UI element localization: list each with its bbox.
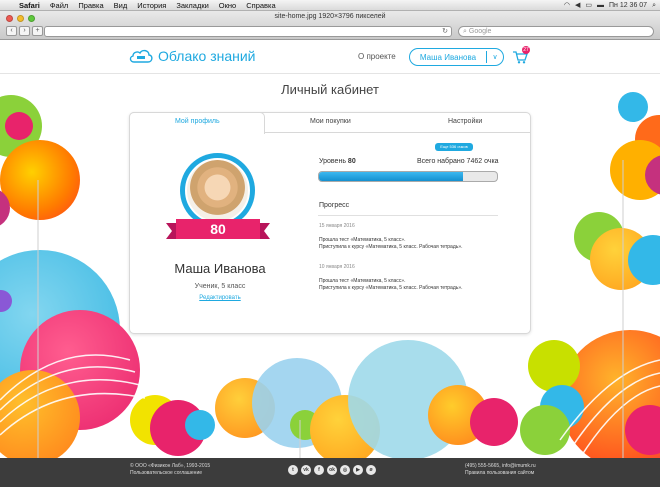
page-title: Личный кабинет bbox=[281, 82, 379, 97]
tab-bar: Мой профиль Мои покупки Настройки bbox=[129, 112, 530, 134]
menu-bookmarks[interactable]: Закладки bbox=[171, 0, 213, 11]
wifi-icon[interactable]: ◠ bbox=[564, 0, 570, 11]
progress-entry-line: Приступила к курсу «Математика, 5 класс.… bbox=[319, 285, 463, 291]
menu-help[interactable]: Справка bbox=[241, 0, 280, 11]
cloud-logo-icon bbox=[129, 49, 153, 63]
level-label: Уровень 80 bbox=[319, 158, 356, 165]
menu-file[interactable]: Файл bbox=[45, 0, 73, 11]
points-tooltip: Еще 536 очков bbox=[435, 143, 473, 151]
level-progress-fill bbox=[319, 172, 464, 181]
reload-icon[interactable]: ↻ bbox=[442, 27, 448, 36]
nav-buttons: ‹ › + bbox=[6, 26, 43, 36]
logo-text: Облако знаний bbox=[158, 48, 256, 64]
edit-profile-link[interactable]: Редактировать bbox=[130, 295, 310, 301]
address-bar[interactable]: ↻ bbox=[44, 26, 452, 37]
footer-right: (495) 555-5665, info@imumk.ru Правила по… bbox=[465, 463, 536, 477]
chevron-down-icon: ∨ bbox=[492, 54, 498, 61]
twitter-icon[interactable]: t bbox=[288, 465, 298, 475]
tab-settings[interactable]: Настройки bbox=[448, 118, 482, 125]
menu-app-name[interactable]: Safari bbox=[14, 0, 45, 11]
youtube-icon[interactable]: ▶ bbox=[353, 465, 363, 475]
menu-window[interactable]: Окно bbox=[214, 0, 241, 11]
level-progress-bar bbox=[318, 171, 498, 182]
level-label-text: Уровень bbox=[319, 158, 346, 165]
progress-heading: Прогресс bbox=[319, 202, 350, 209]
forward-button[interactable]: › bbox=[19, 26, 30, 36]
menu-view[interactable]: Вид bbox=[109, 0, 133, 11]
user-menu-button[interactable]: Маша Иванова ∨ bbox=[409, 48, 504, 66]
menu-history[interactable]: История bbox=[132, 0, 171, 11]
flag-icon[interactable]: ▭ bbox=[585, 0, 592, 11]
user-name: Маша Иванова bbox=[419, 52, 477, 62]
progress-entry-line: Приступила к курсу «Математика, 5 класс.… bbox=[319, 244, 463, 250]
spotlight-icon[interactable]: ⌕ bbox=[652, 0, 656, 11]
volume-icon[interactable]: ◀ bbox=[575, 0, 580, 11]
mac-menubar: Safari Файл Правка Вид История Закладки … bbox=[0, 0, 660, 11]
agreement-link[interactable]: Пользовательское соглашение bbox=[130, 470, 210, 477]
avatar-frame bbox=[180, 153, 255, 228]
footer-left: © ООО «Физикон Лаб», 1993-2015 Пользоват… bbox=[130, 463, 210, 477]
total-points: Всего набрано 7462 очка bbox=[417, 158, 499, 165]
progress-entry-line: Прошла тест «Математика, 5 класс». bbox=[319, 237, 406, 243]
site-footer: © ООО «Физикон Лаб», 1993-2015 Пользоват… bbox=[0, 458, 660, 487]
social-links: t vk f ok ◎ ▶ ø bbox=[288, 465, 376, 475]
browser-toolbar: site-home.jpg 1920×3796 пикселей ‹ › + ↻… bbox=[0, 11, 660, 40]
odnoklassniki-alt-icon[interactable]: ø bbox=[366, 465, 376, 475]
contacts: (495) 555-5665, info@imumk.ru bbox=[465, 463, 536, 469]
facebook-icon[interactable]: f bbox=[314, 465, 324, 475]
cart-badge: 27 bbox=[522, 46, 530, 54]
progress-entry-date: 15 января 2016 bbox=[319, 223, 355, 229]
avatar[interactable] bbox=[185, 158, 250, 223]
divider bbox=[318, 215, 498, 216]
progress-entry-date: 10 января 2016 bbox=[319, 264, 355, 270]
site-header: Облако знаний О проекте Маша Иванова ∨ 2… bbox=[0, 41, 660, 74]
search-field[interactable]: ⌕ Google bbox=[458, 26, 654, 37]
rules-link[interactable]: Правила пользования сайтом bbox=[465, 470, 536, 477]
profile-role: Ученик, 5 класс bbox=[194, 283, 246, 290]
score-value: 80 bbox=[210, 221, 226, 237]
odnoklassniki-icon[interactable]: ok bbox=[327, 465, 337, 475]
search-placeholder: Google bbox=[468, 28, 492, 35]
menubar-status: ◠ ◀ ▭ ▬ Пн 12 36 07 ⌕ bbox=[564, 0, 656, 11]
menu-edit[interactable]: Правка bbox=[73, 0, 108, 11]
new-tab-button[interactable]: + bbox=[32, 26, 43, 36]
battery-icon[interactable]: ▬ bbox=[597, 0, 604, 11]
back-button[interactable]: ‹ bbox=[6, 26, 17, 36]
profile-name: Маша Иванова bbox=[174, 261, 266, 276]
menubar-clock[interactable]: Пн 12 36 07 bbox=[609, 0, 647, 11]
window-title: site-home.jpg 1920×3796 пикселей bbox=[274, 13, 386, 20]
level-value: 80 bbox=[347, 158, 356, 165]
vk-icon[interactable]: vk bbox=[301, 465, 311, 475]
instagram-icon[interactable]: ◎ bbox=[340, 465, 350, 475]
tab-my-profile[interactable]: Мой профиль bbox=[175, 118, 220, 125]
search-icon: ⌕ bbox=[463, 28, 467, 35]
progress-entry-line: Прошла тест «Математика, 5 класс». bbox=[319, 278, 406, 284]
site-logo[interactable]: Облако знаний bbox=[128, 47, 256, 65]
profile-card: Мой профиль Мои покупки Настройки 80 Маш… bbox=[129, 112, 531, 334]
tab-my-purchases[interactable]: Мои покупки bbox=[310, 118, 351, 125]
about-link[interactable]: О проекте bbox=[358, 52, 396, 61]
copyright: © ООО «Физикон Лаб», 1993-2015 bbox=[130, 463, 211, 469]
